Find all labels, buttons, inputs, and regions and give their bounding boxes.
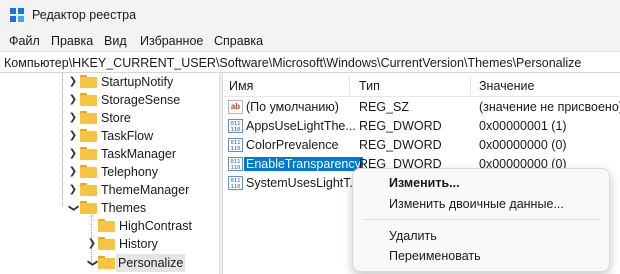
- table-row[interactable]: ab (По умолчанию) REG_SZ (значение не пр…: [223, 98, 620, 117]
- chevron-right-icon[interactable]: ❯: [67, 127, 79, 145]
- menu-help[interactable]: Справка: [214, 34, 263, 48]
- tree-item-telephony[interactable]: ❯ Telephony: [0, 163, 219, 181]
- value-type: REG_SZ: [359, 100, 410, 114]
- folder-icon: [80, 165, 97, 178]
- folder-icon: [80, 111, 97, 124]
- tree-item-themes[interactable]: ❯ Themes: [0, 199, 219, 217]
- value-name: AppsUseLightThe...: [246, 119, 356, 133]
- tree-item-storagesense[interactable]: ❯ StorageSense: [0, 91, 219, 109]
- menu-separator: [363, 219, 601, 220]
- value-type: REG_DWORD: [359, 119, 442, 133]
- value-name: (По умолчанию): [246, 100, 339, 114]
- binary-value-icon: 011 110: [228, 176, 243, 190]
- tree-item-label: Themes: [101, 201, 147, 215]
- string-value-icon: ab: [228, 100, 243, 114]
- menu-file[interactable]: Файл: [9, 34, 40, 48]
- value-data: (значение не присвоено): [479, 100, 620, 114]
- value-name: EnableTransparency: [243, 156, 364, 172]
- tree-item-history[interactable]: ❯ History: [0, 235, 219, 253]
- column-header-name[interactable]: Имя: [229, 79, 253, 93]
- chevron-right-icon[interactable]: ❯: [67, 109, 79, 127]
- tree-item-taskmanager[interactable]: ❯ TaskManager: [0, 145, 219, 163]
- tree-item-startupnotify[interactable]: ❯ StartupNotify: [0, 73, 219, 91]
- tree-item-label: TaskManager: [101, 147, 177, 161]
- tree-item-label: HighContrast: [119, 219, 192, 233]
- address-bar[interactable]: Компьютер\HKEY_CURRENT_USER\Software\Mic…: [0, 51, 620, 73]
- tree-item-label: Telephony: [101, 165, 158, 179]
- tree-item-personalize[interactable]: ❯ Personalize: [0, 254, 219, 272]
- list-header: Имя Тип Значение: [223, 73, 620, 97]
- column-header-value[interactable]: Значение: [479, 79, 534, 93]
- address-path[interactable]: Компьютер\HKEY_CURRENT_USER\Software\Mic…: [4, 56, 581, 70]
- column-divider[interactable]: [349, 75, 350, 95]
- tree-item-highcontrast[interactable]: HighContrast: [0, 217, 219, 235]
- registry-editor-icon: [10, 8, 24, 22]
- folder-open-icon: [80, 201, 97, 214]
- folder-icon: [80, 129, 97, 142]
- menu-item-modify-binary[interactable]: Изменить двоичные данные...: [389, 197, 564, 211]
- value-name: SystemUsesLightT...: [246, 176, 360, 190]
- binary-value-icon: 011 110: [228, 138, 243, 152]
- tree-item-label: Personalize: [116, 254, 186, 272]
- folder-open-icon: [98, 256, 115, 269]
- menu-item-modify[interactable]: Изменить...: [389, 176, 460, 190]
- tree-item-label: TaskFlow: [101, 129, 154, 143]
- column-header-type[interactable]: Тип: [359, 79, 380, 93]
- menu-view[interactable]: Вид: [104, 34, 127, 48]
- menu-item-delete[interactable]: Удалить: [389, 229, 437, 243]
- chevron-right-icon[interactable]: ❯: [67, 145, 79, 163]
- tree-item-store[interactable]: ❯ Store: [0, 109, 219, 127]
- chevron-right-icon[interactable]: ❯: [67, 91, 79, 109]
- window-title: Редактор реестра: [32, 8, 137, 22]
- chevron-right-icon[interactable]: ❯: [86, 235, 98, 253]
- chevron-right-icon[interactable]: ❯: [67, 73, 79, 91]
- table-row[interactable]: 011 110 ColorPrevalence REG_DWORD 0x00000…: [223, 136, 620, 155]
- chevron-right-icon[interactable]: ❯: [67, 181, 79, 199]
- chevron-right-icon[interactable]: ❯: [67, 163, 79, 181]
- value-data: 0x00000000 (0): [479, 138, 567, 152]
- folder-icon: [80, 93, 97, 106]
- menu-edit[interactable]: Правка: [51, 34, 93, 48]
- table-row[interactable]: 011 110 AppsUseLightThe... REG_DWORD 0x00…: [223, 117, 620, 136]
- folder-icon: [80, 75, 97, 88]
- key-tree[interactable]: ❯ StartupNotify ❯ StorageSense ❯ Store ❯…: [0, 73, 219, 274]
- menu-favorites[interactable]: Избранное: [140, 34, 203, 48]
- tree-item-label: Store: [101, 111, 131, 125]
- column-divider[interactable]: [470, 75, 471, 95]
- value-data: 0x00000001 (1): [479, 119, 567, 133]
- context-menu: Изменить... Изменить двоичные данные... …: [352, 168, 610, 272]
- folder-icon: [80, 183, 97, 196]
- value-name: ColorPrevalence: [246, 138, 339, 152]
- tree-item-label: History: [119, 237, 158, 251]
- tree-item-thememanager[interactable]: ❯ ThemeManager: [0, 181, 219, 199]
- folder-icon: [98, 237, 115, 250]
- tree-item-taskflow[interactable]: ❯ TaskFlow: [0, 127, 219, 145]
- title-bar: Редактор реестра: [0, 0, 620, 30]
- tree-item-label: StorageSense: [101, 93, 181, 107]
- menu-item-rename[interactable]: Переименовать: [389, 249, 481, 263]
- binary-value-icon: 011 110: [228, 119, 243, 133]
- binary-value-icon: 011 110: [228, 157, 243, 171]
- tree-item-label: ThemeManager: [101, 183, 190, 197]
- tree-item-label: StartupNotify: [101, 75, 174, 89]
- folder-icon: [98, 219, 115, 232]
- menu-bar: Файл Правка Вид Избранное Справка: [0, 31, 620, 51]
- value-type: REG_DWORD: [359, 138, 442, 152]
- folder-icon: [80, 147, 97, 160]
